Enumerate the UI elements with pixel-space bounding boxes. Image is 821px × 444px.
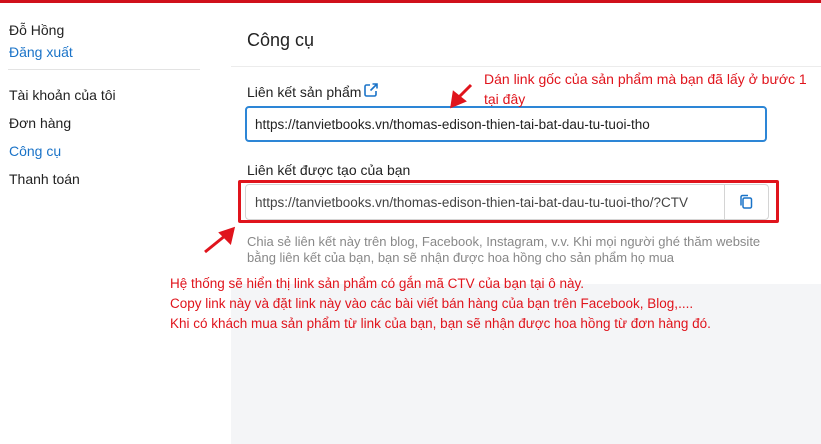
generated-link-label: Liên kết được tạo của bạn	[247, 162, 411, 178]
annotation-paste-link: Dán link gốc của sản phẩm mà bạn đã lấy …	[484, 69, 819, 109]
page-title: Công cụ	[247, 30, 315, 50]
highlight-box	[238, 180, 779, 223]
sidebar-item-payment[interactable]: Thanh toán	[9, 171, 80, 187]
annotation-line: Khi có khách mua sản phẩm từ link của bạ…	[170, 316, 711, 331]
logout-link[interactable]: Đăng xuất	[9, 44, 73, 60]
tools-panel: Công cụ Liên kết sản phẩm Liên kết được …	[231, 14, 821, 284]
sidebar-item-tools[interactable]: Công cụ	[9, 143, 61, 159]
product-link-input[interactable]	[245, 106, 767, 142]
annotation-paste-line2: tại đây	[484, 91, 526, 107]
annotation-line: Copy link này và đặt link này vào các bà…	[170, 296, 694, 311]
annotation-line: Hệ thống sẽ hiển thị link sản phẩm có gắ…	[170, 276, 584, 291]
annotation-paste-line1: Dán link gốc của sản phẩm mà bạn đã lấy …	[484, 71, 807, 87]
external-link-icon[interactable]	[363, 82, 379, 98]
sidebar: Đỗ Hồng Đăng xuất Tài khoản của tôi Đơn …	[0, 3, 231, 444]
user-name: Đỗ Hồng	[9, 22, 65, 38]
sidebar-item-orders[interactable]: Đơn hàng	[9, 115, 71, 131]
sidebar-item-my-account[interactable]: Tài khoản của tôi	[9, 87, 116, 103]
sidebar-divider	[8, 69, 200, 70]
title-divider	[231, 66, 821, 67]
annotation-generated-link: Hệ thống sẽ hiển thị link sản phẩm có gắ…	[170, 274, 810, 334]
product-link-label: Liên kết sản phẩm	[247, 84, 362, 100]
share-hint: Chia sẻ liên kết này trên blog, Facebook…	[247, 234, 761, 265]
